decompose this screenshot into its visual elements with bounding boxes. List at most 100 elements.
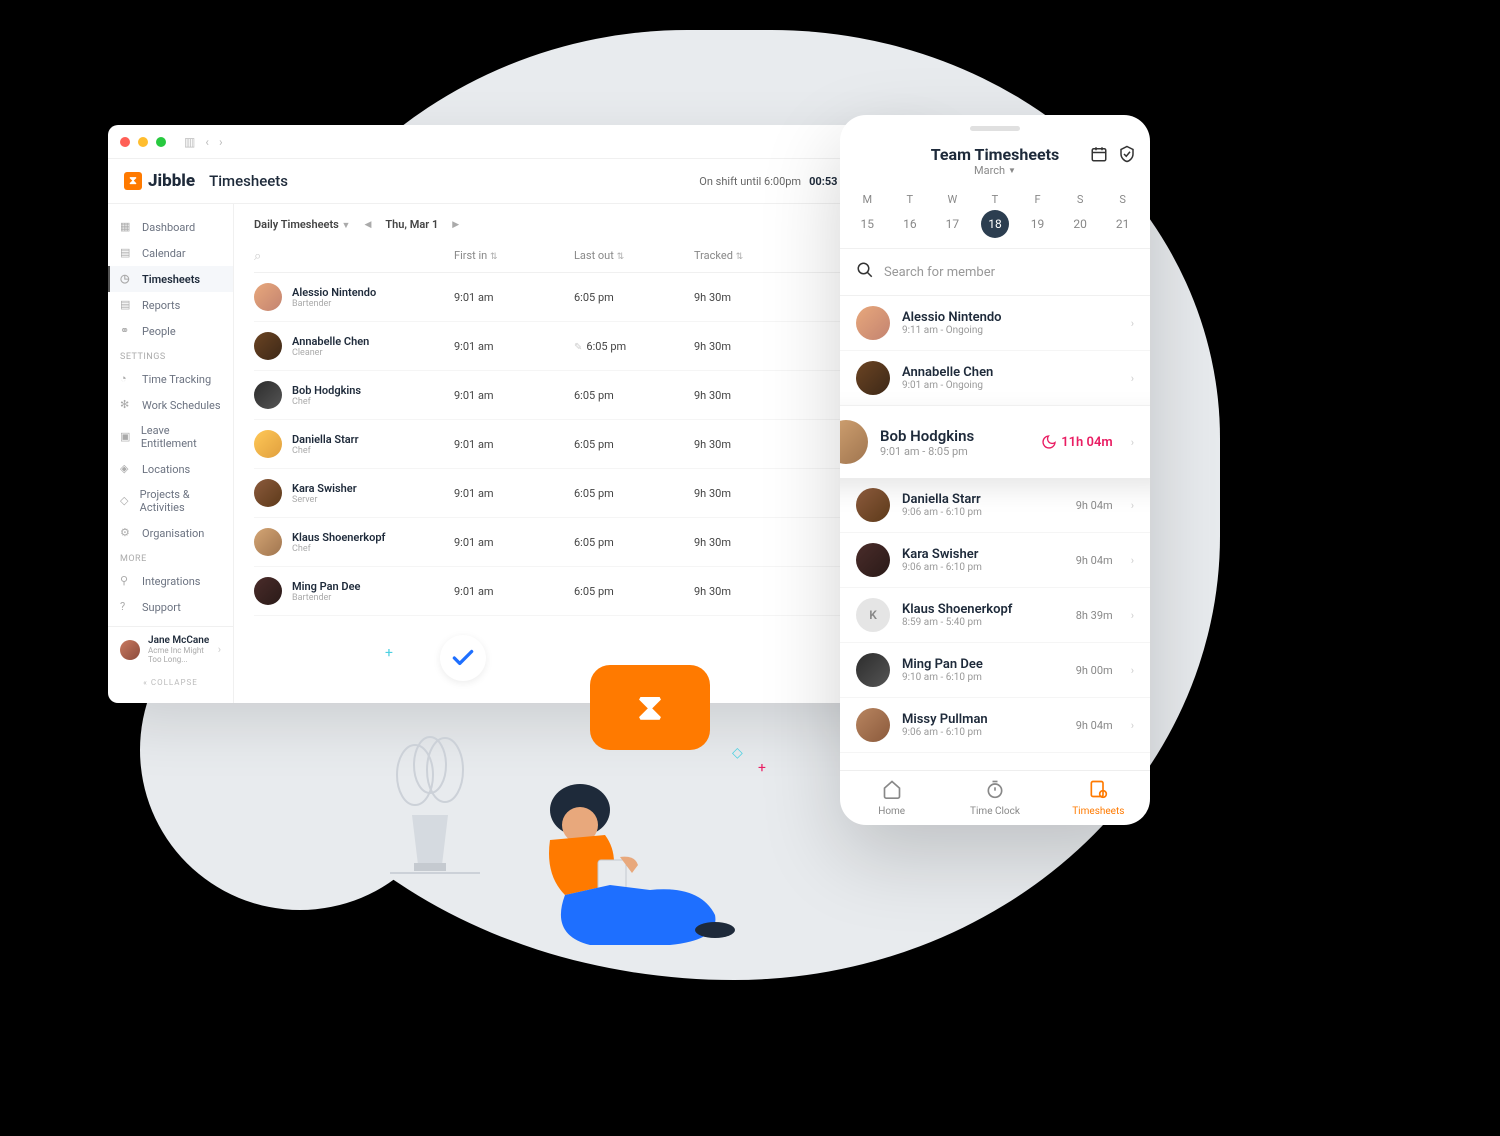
cell-tracked: 9h 30m: [694, 340, 814, 353]
day-number: 21: [1109, 210, 1137, 238]
sidebar-label: Integrations: [142, 575, 200, 588]
collapse-button[interactable]: « COLLAPSE: [108, 672, 233, 693]
day-18[interactable]: T18: [981, 193, 1009, 238]
member-meta: 9:06 am - 6:10 pm: [902, 562, 982, 573]
sidebar-label: People: [142, 325, 176, 338]
brand-logo[interactable]: ⧗ Jibble: [124, 171, 195, 191]
day-17[interactable]: W17: [938, 193, 966, 238]
shield-icon[interactable]: [1118, 145, 1136, 167]
tab-home[interactable]: Home: [840, 779, 943, 817]
table-row[interactable]: Daniella StarrChef9:01 am6:05 pm9h 30m: [254, 420, 918, 469]
day-21[interactable]: S21: [1109, 193, 1137, 238]
cell-first-in: 9:01 am: [454, 291, 574, 304]
cell-tracked: 9h 30m: [694, 585, 814, 598]
member-row[interactable]: Kara Swisher9:06 am - 6:10 pm9h 04m›: [840, 533, 1150, 588]
date-next-button[interactable]: ▶: [452, 220, 459, 230]
member-name: Missy Pullman: [902, 712, 988, 727]
shift-timer: 00:53: [809, 175, 837, 188]
table-row[interactable]: Kara SwisherServer9:01 am6:05 pm9h 30m: [254, 469, 918, 518]
calendar-icon[interactable]: [1090, 145, 1108, 167]
day-16[interactable]: T16: [896, 193, 924, 238]
sidebar-toggle-icon[interactable]: ▥: [184, 135, 195, 149]
cell-first-in: 9:01 am: [454, 585, 574, 598]
day-19[interactable]: F19: [1024, 193, 1052, 238]
sidebar-item-calendar[interactable]: ▤Calendar: [108, 240, 233, 266]
chevron-down-icon: ▼: [342, 221, 351, 231]
member-row[interactable]: KKlaus Shoenerkopf8:59 am - 5:40 pm8h 39…: [840, 588, 1150, 643]
member-row[interactable]: Ming Pan Dee9:10 am - 6:10 pm9h 00m›: [840, 643, 1150, 698]
sidebar-item-support[interactable]: ?Support: [108, 594, 233, 620]
tab-timesheets[interactable]: Timesheets: [1047, 779, 1150, 817]
day-name: S: [1066, 193, 1094, 206]
sparkle-icon: ◇: [732, 745, 743, 761]
sidebar-item-dashboard[interactable]: ▦Dashboard: [108, 214, 233, 240]
table-row[interactable]: Annabelle ChenCleaner9:01 am✎6:05 pm9h 3…: [254, 322, 918, 371]
avatar: [254, 283, 282, 311]
search-icon[interactable]: ⌕: [254, 249, 261, 264]
member-name: Annabelle Chen: [902, 365, 993, 380]
sidebar-item-timesheets[interactable]: ◷Timesheets: [108, 266, 233, 292]
maximize-window-icon[interactable]: [156, 137, 166, 147]
day-15[interactable]: M15: [853, 193, 881, 238]
sidebar-item-time-tracking[interactable]: ◔Time Tracking: [108, 366, 233, 392]
person-role: Bartender: [292, 593, 360, 603]
date-prev-button[interactable]: ◀: [364, 220, 371, 230]
search-bar[interactable]: Search for member: [840, 249, 1150, 296]
cell-last-out: 6:05 pm: [574, 389, 694, 402]
sidebar-label: Leave Entitlement: [141, 424, 221, 450]
sidebar-item-reports[interactable]: ▤Reports: [108, 292, 233, 318]
sidebar-item-people[interactable]: ⚭People: [108, 318, 233, 344]
sidebar-item-organisation[interactable]: ⚙Organisation: [108, 520, 233, 546]
sidebar-label: Time Tracking: [142, 373, 211, 386]
avatar: [856, 708, 890, 742]
tab-label: Timesheets: [1072, 806, 1124, 817]
day-20[interactable]: S 20: [1066, 193, 1094, 238]
avatar: [856, 488, 890, 522]
nav-icon: ◈: [120, 462, 134, 476]
sidebar-item-work-schedules[interactable]: ✻Work Schedules: [108, 392, 233, 418]
member-name: Alessio Nintendo: [902, 310, 1002, 325]
cell-first-in: 9:01 am: [454, 389, 574, 402]
member-row[interactable]: Annabelle Chen9:01 am - Ongoing›: [840, 351, 1150, 406]
cell-last-out: 6:05 pm: [574, 487, 694, 500]
avatar: [856, 306, 890, 340]
sidebar-item-leave-entitlement[interactable]: ▣Leave Entitlement: [108, 418, 233, 456]
col-last-out[interactable]: Last out ⇅: [574, 249, 694, 264]
current-date[interactable]: Thu, Mar 1: [385, 218, 438, 231]
member-meta: 9:06 am - 6:10 pm: [902, 507, 982, 518]
cell-last-out: ✎6:05 pm: [574, 340, 694, 353]
view-selector[interactable]: Daily Timesheets ▼: [254, 218, 350, 231]
table-row[interactable]: Klaus ShoenerkopfChef9:01 am6:05 pm9h 30…: [254, 518, 918, 567]
col-first-in[interactable]: First in ⇅: [454, 249, 574, 264]
member-row[interactable]: Missy Pullman9:06 am - 6:10 pm9h 04m›: [840, 698, 1150, 753]
member-row[interactable]: Bob Hodgkins9:01 am - 8:05 pm11h 04m›: [840, 406, 1150, 478]
cell-last-out: 6:05 pm: [574, 536, 694, 549]
person-role: Chef: [292, 397, 361, 407]
minimize-window-icon[interactable]: [138, 137, 148, 147]
person-name: Klaus Shoenerkopf: [292, 531, 385, 544]
nav-forward-icon[interactable]: ›: [219, 135, 223, 149]
close-window-icon[interactable]: [120, 137, 130, 147]
day-number: 20: [1066, 210, 1094, 238]
tab-time-clock[interactable]: Time Clock: [943, 779, 1046, 817]
table-row[interactable]: Bob HodgkinsChef9:01 am6:05 pm9h 30m: [254, 371, 918, 420]
member-row[interactable]: Alessio Nintendo9:11 am - Ongoing›: [840, 296, 1150, 351]
table-header: ⌕ First in ⇅ Last out ⇅ Tracked ⇅: [254, 241, 918, 273]
edit-icon: ✎: [574, 342, 582, 353]
window-titlebar: ▥ ‹ ›: [108, 125, 938, 159]
person-name: Bob Hodgkins: [292, 384, 361, 397]
member-row[interactable]: Daniella Starr9:06 am - 6:10 pm9h 04m›: [840, 478, 1150, 533]
col-tracked[interactable]: Tracked ⇅: [694, 249, 814, 264]
table-row[interactable]: Alessio NintendoBartender9:01 am6:05 pm9…: [254, 273, 918, 322]
member-time: 9h 04m: [1076, 719, 1113, 732]
member-time: 9h 04m: [1076, 554, 1113, 567]
sidebar-item-locations[interactable]: ◈Locations: [108, 456, 233, 482]
sidebar-item-projects-&-activities[interactable]: ◇Projects & Activities: [108, 482, 233, 520]
sidebar-item-integrations[interactable]: ⚲Integrations: [108, 568, 233, 594]
member-name: Daniella Starr: [902, 492, 982, 507]
avatar: [856, 653, 890, 687]
sidebar-user[interactable]: Jane McCane Acme Inc Might Too Long... ›: [108, 626, 233, 672]
member-meta: 9:01 am - Ongoing: [902, 380, 993, 391]
search-icon: [856, 261, 874, 283]
nav-back-icon[interactable]: ‹: [205, 135, 209, 149]
